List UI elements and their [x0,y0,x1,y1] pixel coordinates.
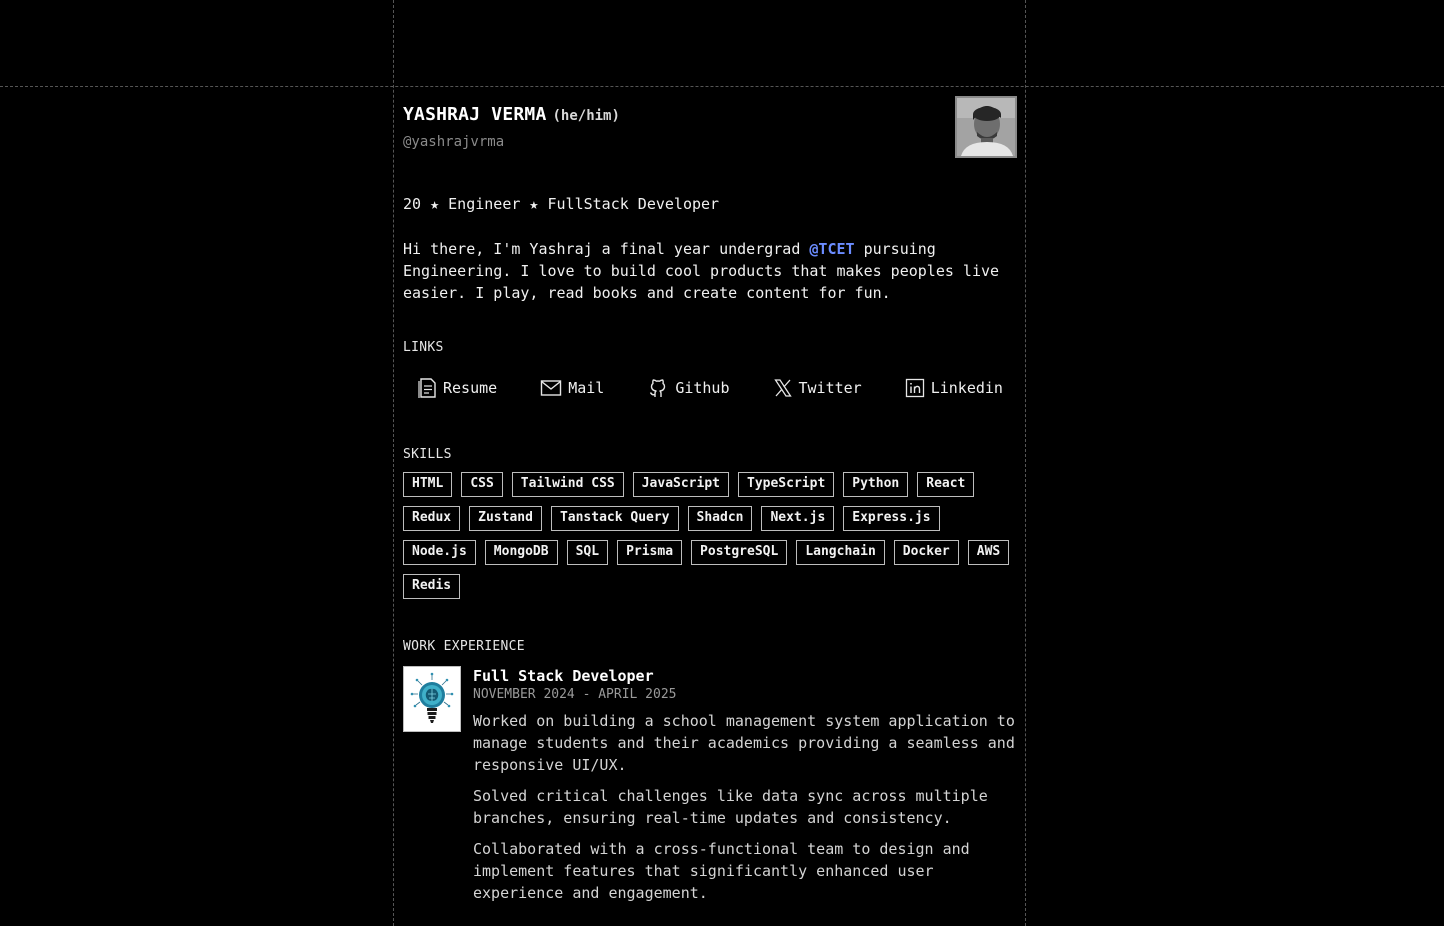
links-heading: LINKS [403,340,444,355]
resume-link-label: Resume [443,379,498,397]
guide-line-left [393,0,394,926]
linkedin-icon [905,378,924,398]
file-icon [418,378,436,398]
skills-list: HTML CSS Tailwind CSS JavaScript TypeScript P… [403,472,1017,599]
bio-text-start: Hi there, I'm Yashraj a final year under… [403,240,810,258]
skill-chip: React [917,472,975,497]
job-details: Full Stack Developer NOVEMBER 2024 - APR… [473,666,1017,904]
skill-chip: AWS [967,540,1010,565]
job-description: Worked on building a school management s… [473,710,1017,904]
profile-pronouns: (he/him) [552,108,620,124]
resume-link[interactable]: Resume [417,377,497,399]
work-experience-heading: WORK EXPERIENCE [403,639,525,654]
job-point: Solved critical challenges like data syn… [473,787,988,827]
skill-chip: Redux [403,506,461,531]
skill-chip: Shadcn [687,506,753,531]
github-icon [650,379,666,397]
mail-icon [540,380,562,396]
job-entry: Full Stack Developer NOVEMBER 2024 - APR… [403,666,1017,904]
twitter-link[interactable]: Twitter [773,378,862,398]
main-content: YASHRAJ VERMA (he/him) @yashrajvrma 20 ★ … [403,96,1017,904]
guide-line-right [1025,0,1026,926]
github-link[interactable]: Github [647,377,730,399]
skill-chip: Redis [403,574,461,599]
skill-chip: JavaScript [632,472,729,497]
job-dates: NOVEMBER 2024 - APRIL 2025 [473,687,677,702]
lightbulb-brain-logo-icon [404,667,460,731]
skill-chip: MongoDB [484,540,558,565]
linkedin-link-label: Linkedin [930,379,1003,397]
skill-chip: Next.js [761,506,835,531]
profile-header: YASHRAJ VERMA (he/him) @yashrajvrma [403,96,1017,160]
skill-chip: CSS [461,472,503,497]
x-icon [773,379,792,397]
skill-chip: TypeScript [738,472,835,497]
links-row: Resume Mail Github Twitter Linkedin [403,377,1017,399]
skill-chip: Prisma [617,540,683,565]
skill-chip: PostgreSQL [691,540,788,565]
skill-chip: Tanstack Query [550,506,679,531]
skill-chip: Zustand [469,506,542,531]
company-logo [403,666,461,732]
tagline: 20 ★ Engineer ★ FullStack Developer [403,195,720,213]
skill-chip: Langchain [796,540,885,565]
skill-chip: HTML [403,472,453,497]
skill-chip: Node.js [403,540,476,565]
mention-link-tcet[interactable]: @TCET [809,240,854,258]
avatar-image [957,98,1015,156]
avatar [955,96,1017,158]
bio: Hi there, I'm Yashraj a final year under… [403,238,1017,304]
mail-link[interactable]: Mail [540,379,604,397]
name-row: YASHRAJ VERMA (he/him) [403,104,620,125]
profile-handle: @yashrajvrma [403,134,505,150]
skill-chip: Python [843,472,909,497]
skill-chip: Docker [893,540,959,565]
profile-name: YASHRAJ VERMA [403,104,547,125]
skill-chip: SQL [566,540,609,565]
twitter-link-label: Twitter [798,379,862,397]
guide-line-top [0,86,1444,87]
job-point: Collaborated with a cross-functional tea… [473,840,970,902]
job-point: Worked on building a school management s… [473,712,1015,774]
skills-heading: SKILLS [403,447,452,462]
mail-link-label: Mail [568,379,605,397]
skill-chip: Express.js [843,506,940,531]
linkedin-link[interactable]: Linkedin [905,378,1003,398]
skill-chip: Tailwind CSS [511,472,624,497]
job-role: Full Stack Developer [473,667,654,685]
portfolio-page: YASHRAJ VERMA (he/him) @yashrajvrma 20 ★ … [0,0,1444,926]
github-link-label: Github [675,379,730,397]
